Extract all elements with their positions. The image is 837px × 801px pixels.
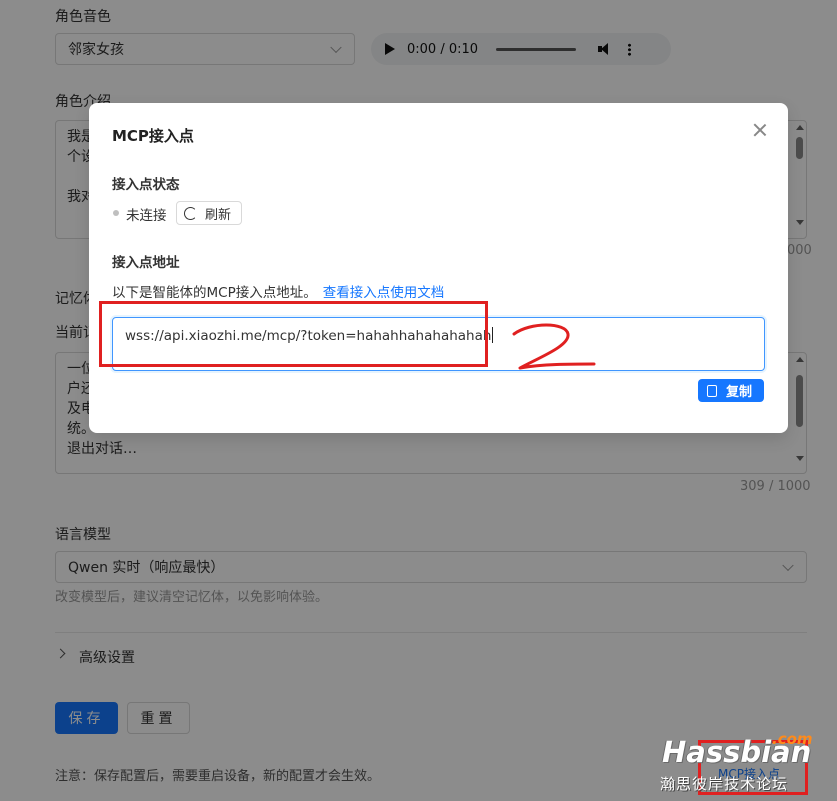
- docs-link[interactable]: 查看接入点使用文档: [323, 285, 445, 301]
- copy-button-label: 复制: [726, 385, 753, 400]
- refresh-button-label: 刷新: [205, 207, 232, 223]
- watermark-subtitle: 瀚思彼岸技术论坛: [660, 775, 789, 793]
- refresh-icon: [184, 206, 197, 220]
- status-section-title: 接入点状态: [112, 177, 180, 193]
- copy-icon: [707, 384, 717, 397]
- text-caret: [492, 327, 494, 343]
- annotation-highlight-box: [99, 301, 488, 367]
- modal-title: MCP接入点: [112, 127, 194, 145]
- close-icon[interactable]: [753, 123, 767, 137]
- address-description: 以下是智能体的MCP接入点地址。 查看接入点使用文档: [112, 281, 444, 301]
- annotation-number-2-scribble: [512, 323, 596, 370]
- watermark: .com Hassbian 瀚思彼岸技术论坛: [660, 730, 820, 798]
- copy-button[interactable]: 复制: [698, 379, 764, 402]
- status-dot-icon: [113, 210, 119, 216]
- watermark-brand: Hassbian: [662, 735, 812, 769]
- address-description-text: 以下是智能体的MCP接入点地址。: [112, 285, 317, 301]
- address-section-title: 接入点地址: [112, 255, 180, 271]
- mcp-endpoint-modal: MCP接入点 接入点状态 未连接 刷新 接入点地址 以下是智能体的MCP接入点地…: [89, 103, 788, 433]
- refresh-button[interactable]: 刷新: [176, 201, 242, 225]
- connection-status: 未连接: [126, 208, 167, 224]
